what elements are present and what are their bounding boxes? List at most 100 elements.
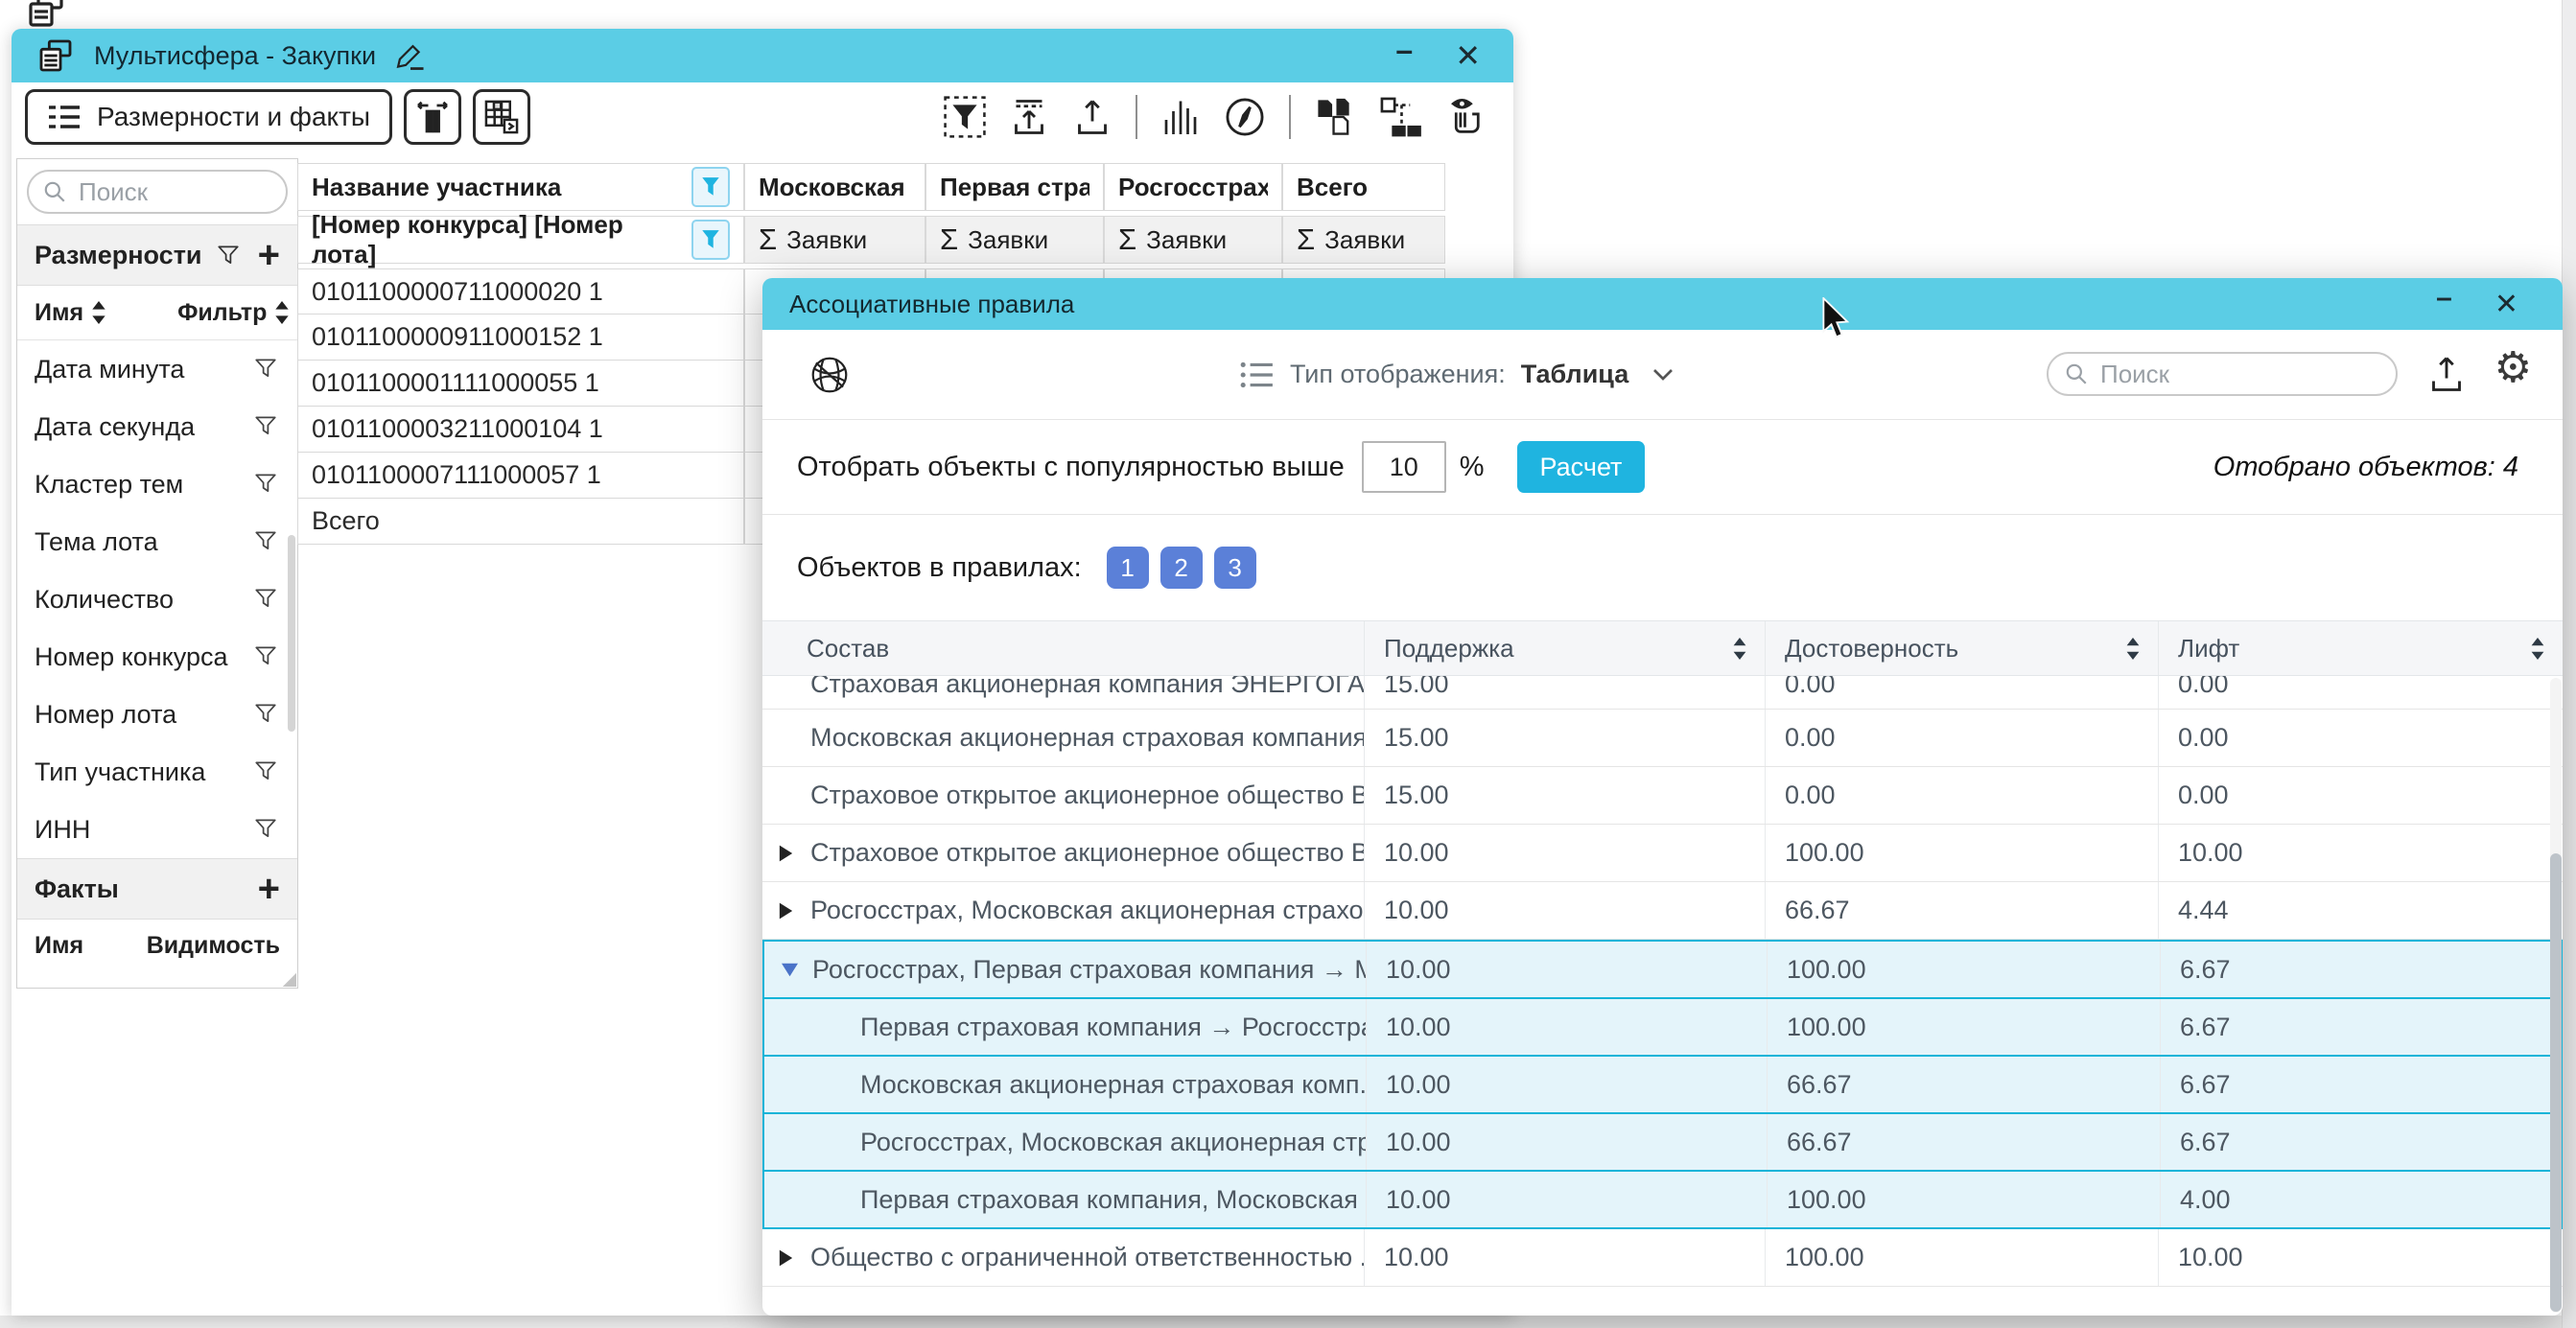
edit-pencil-icon[interactable]: [395, 40, 426, 71]
add-fact-button[interactable]: +: [258, 870, 280, 908]
rule-row[interactable]: Росгосстрах, Московская акционерная стр.…: [764, 1114, 2561, 1172]
watch-icon[interactable]: [1444, 95, 1488, 139]
filter-button[interactable]: [691, 220, 730, 260]
rule-row[interactable]: Московская акционерная страховая комп...…: [764, 1057, 2561, 1114]
column-header-cell[interactable]: Московская ак: [744, 163, 925, 211]
add-dimension-button[interactable]: +: [258, 236, 280, 274]
pivot-row-header-cell[interactable]: 0101100000911000152 1: [297, 315, 744, 361]
gear-icon[interactable]: ⚙: [2494, 347, 2532, 389]
filter-funnel-icon[interactable]: [253, 586, 280, 613]
sidebar-item[interactable]: ИНН: [17, 801, 297, 858]
dialog-search[interactable]: [2047, 352, 2398, 396]
measure-cell[interactable]: ΣЗаявки: [925, 216, 1104, 264]
minimize-icon[interactable]: –: [1395, 33, 1413, 68]
filter-funnel-icon[interactable]: [253, 643, 280, 670]
compass-icon[interactable]: [1224, 96, 1266, 138]
sidebar-item[interactable]: Количество: [17, 571, 297, 628]
rule-name-cell[interactable]: Первая страховая компания → Росгосстра..…: [764, 999, 1366, 1055]
filter-funnel-icon[interactable]: [253, 816, 280, 843]
measure-cell[interactable]: ΣЗаявки: [744, 216, 925, 264]
sidebar-item[interactable]: Дата секунда: [17, 398, 297, 455]
funnel-icon[interactable]: [216, 243, 241, 268]
rule-row[interactable]: Страховое открытое акционерное общество …: [762, 767, 2563, 825]
filter-dashed-icon[interactable]: [944, 96, 986, 138]
import-icon[interactable]: [1009, 97, 1049, 137]
pivot-row-header-cell[interactable]: 0101100000711000020 1: [297, 268, 744, 315]
sort-icon[interactable]: [91, 301, 106, 324]
column-header-cell[interactable]: Всего: [1282, 163, 1445, 211]
filter-funnel-icon[interactable]: [253, 758, 280, 785]
chart-icon[interactable]: [1160, 97, 1201, 137]
measure-cell[interactable]: ΣЗаявки: [1104, 216, 1282, 264]
pivot-row-header-cell[interactable]: 0101100003211000104 1: [297, 407, 744, 453]
rule-name-cell[interactable]: Росгосстрах, Московская акционерная стра…: [762, 882, 1364, 939]
sort-icon[interactable]: [2530, 638, 2545, 660]
close-icon[interactable]: ✕: [1455, 37, 1481, 74]
measure-cell[interactable]: ΣЗаявки: [1282, 216, 1445, 264]
rule-size-button-1[interactable]: 1: [1107, 547, 1149, 589]
rule-name-cell[interactable]: Росгосстрах, Московская акционерная стр.…: [764, 1114, 1366, 1170]
expand-open-icon[interactable]: [780, 962, 812, 978]
resize-grip-icon[interactable]: [281, 971, 296, 987]
header-cell-lift[interactable]: Лифт: [2158, 621, 2563, 675]
calculate-button[interactable]: Расчет: [1517, 441, 1646, 493]
filter-column-label[interactable]: Фильтр: [177, 299, 267, 327]
rule-row[interactable]: Страховая акционерная компания ЭНЕРГОГАР…: [762, 676, 2563, 710]
sidebar-item[interactable]: Номер конкурса: [17, 628, 297, 686]
table-scrollbar-thumb[interactable]: [2550, 853, 2562, 1312]
rule-row[interactable]: Росгосстрах, Первая страховая компания →…: [764, 942, 2561, 999]
expand-closed-icon[interactable]: [778, 1248, 810, 1268]
close-icon[interactable]: ✕: [2494, 288, 2518, 321]
row-dimension-header-cell-2[interactable]: [Номер конкурса] [Номер лота]: [297, 216, 744, 264]
rule-row[interactable]: Общество с ограниченной ответственностью…: [762, 1229, 2563, 1287]
rule-size-button-2[interactable]: 2: [1160, 547, 1203, 589]
expand-closed-icon[interactable]: [778, 901, 810, 920]
schema-icon[interactable]: [1379, 96, 1421, 138]
page-scrollbar[interactable]: [2562, 0, 2576, 1328]
rule-size-button-3[interactable]: 3: [1214, 547, 1256, 589]
filter-funnel-icon[interactable]: [253, 701, 280, 728]
pivot-row-header-cell[interactable]: 0101100001111000055 1: [297, 361, 744, 407]
rule-name-cell[interactable]: Московская акционерная страховая комп...: [764, 1057, 1366, 1112]
rule-name-cell[interactable]: Общество с ограниченной ответственностью…: [762, 1229, 1364, 1286]
sidebar-search-input[interactable]: [77, 176, 272, 208]
row-dimension-header-cell[interactable]: Название участника: [297, 163, 744, 211]
sidebar-item[interactable]: Тема лота: [17, 513, 297, 571]
sort-icon[interactable]: [274, 301, 290, 324]
copy-documents-icon[interactable]: [1314, 96, 1356, 138]
rule-row[interactable]: Страховое открытое акционерное общество …: [762, 825, 2563, 882]
sphere-icon[interactable]: [808, 354, 851, 396]
filter-funnel-icon[interactable]: [253, 356, 280, 383]
main-window-titlebar[interactable]: Мультисфера - Закупки – ✕: [12, 29, 1513, 82]
pivot-row-header-cell[interactable]: 0101100007111000057 1: [297, 453, 744, 499]
minimize-icon[interactable]: –: [2436, 282, 2452, 315]
display-type-selector[interactable]: Тип отображения: Таблица: [1240, 330, 1674, 419]
filter-funnel-icon[interactable]: [253, 413, 280, 440]
column-header-cell[interactable]: Первая страхо: [925, 163, 1104, 211]
expand-closed-icon[interactable]: [778, 844, 810, 863]
rule-name-cell[interactable]: Страховое открытое акционерное общество …: [762, 767, 1364, 824]
sidebar-item[interactable]: Номер лота: [17, 686, 297, 743]
rule-row[interactable]: Росгосстрах, Московская акционерная стра…: [762, 882, 2563, 940]
rule-name-cell[interactable]: Первая страховая компания, Московская ..…: [764, 1172, 1366, 1227]
sidebar-item[interactable]: Кластер тем: [17, 455, 297, 513]
rule-name-cell[interactable]: Росгосстрах, Первая страховая компания →…: [764, 942, 1366, 997]
header-cell-confidence[interactable]: Достоверность: [1765, 621, 2158, 675]
rule-row[interactable]: Первая страховая компания, Московская ..…: [764, 1172, 2561, 1229]
split-columns-button[interactable]: [404, 89, 461, 145]
popularity-threshold-input[interactable]: [1362, 441, 1446, 493]
sidebar-scrollbar[interactable]: [288, 535, 295, 732]
header-cell-sostav[interactable]: Состав: [762, 621, 1364, 675]
filter-button[interactable]: [691, 167, 730, 207]
rule-row[interactable]: Первая страховая компания → Росгосстра..…: [764, 999, 2561, 1057]
name-column-label[interactable]: Имя: [35, 299, 83, 327]
rule-name-cell[interactable]: Страховое открытое акционерное общество …: [762, 825, 1364, 881]
sort-icon[interactable]: [2125, 638, 2141, 660]
rule-row[interactable]: Московская акционерная страховая компани…: [762, 710, 2563, 767]
rule-name-cell[interactable]: Страховая акционерная компания ЭНЕРГОГАР…: [762, 676, 1364, 710]
dialog-search-input[interactable]: [2098, 359, 2380, 390]
pivot-row-header-cell[interactable]: Всего: [297, 499, 744, 545]
sidebar-item[interactable]: Дата минута: [17, 340, 297, 398]
rule-name-cell[interactable]: Московская акционерная страховая компани…: [762, 710, 1364, 766]
filter-funnel-icon[interactable]: [253, 528, 280, 555]
